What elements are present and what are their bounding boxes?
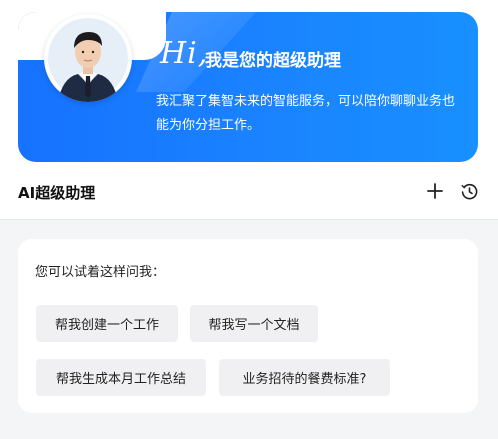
suggestion-chip-write-doc[interactable]: 帮我写一个文档	[190, 305, 318, 342]
banner-description: 我汇聚了集智未来的智能服务，可以陪你聊聊业务也能为你分担工作。	[156, 94, 456, 133]
greeting-text: Hi,	[160, 36, 209, 71]
suggestion-chip-meal-standard[interactable]: 业务招待的餐费标准?	[219, 359, 390, 396]
suggestions-card: 您可以试着这样问我： 帮我创建一个工作 帮我写一个文档 帮我生成本月工作总结 业…	[18, 239, 478, 413]
divider	[0, 219, 498, 220]
suggestion-chip-monthly-summary[interactable]: 帮我生成本月工作总结	[36, 359, 206, 396]
plus-icon[interactable]	[424, 180, 446, 202]
assistant-header: AI超级助理	[18, 178, 478, 206]
suggestions-label: 您可以试着这样问我：	[35, 265, 166, 280]
history-clock-icon[interactable]	[458, 180, 480, 202]
banner-title: 我是您的超级助理	[205, 51, 341, 71]
assistant-avatar	[44, 14, 132, 102]
page-title: AI超级助理	[18, 184, 96, 202]
suggestion-chip-create-task[interactable]: 帮我创建一个工作	[36, 305, 178, 342]
